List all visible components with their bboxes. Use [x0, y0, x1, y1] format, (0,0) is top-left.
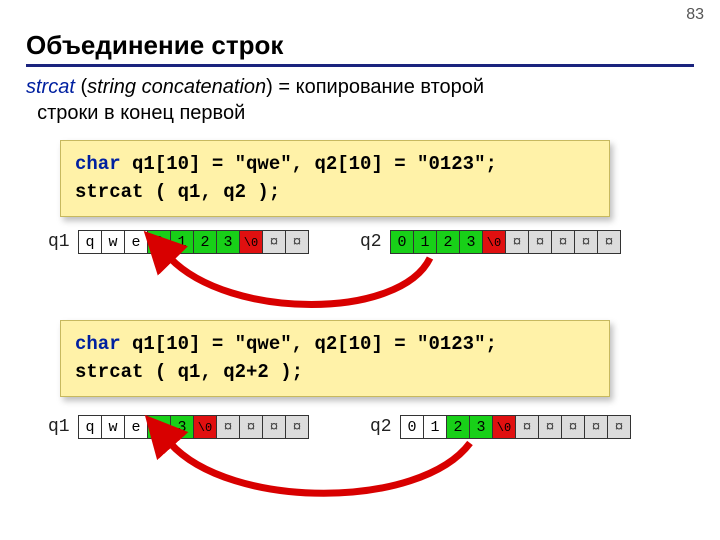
- code2-l2: strcat ( q1, q2+2 );: [75, 361, 303, 383]
- intro-keyword: strcat: [26, 76, 75, 98]
- intro-text: strcat (string concatenation) = копирова…: [26, 74, 694, 126]
- label-a-q1: q1: [48, 232, 70, 252]
- cell: ¤: [584, 415, 608, 439]
- code2-l1: q1[10] = "qwe", q2[10] = "0123";: [121, 333, 497, 355]
- cell: w: [101, 230, 125, 254]
- array-b-q1: qwe23\0¤¤¤¤: [78, 415, 309, 439]
- cell: ¤: [561, 415, 585, 439]
- code1-l2: strcat ( q1, q2 );: [75, 181, 280, 203]
- code-box-1: char q1[10] = "qwe", q2[10] = "0123"; st…: [60, 140, 610, 217]
- cell: ¤: [262, 230, 286, 254]
- array-a-q1: qwe0123\0¤¤: [78, 230, 309, 254]
- cell: w: [101, 415, 125, 439]
- label-a-q2: q2: [360, 232, 382, 252]
- cell: ¤: [551, 230, 575, 254]
- cell: 1: [413, 230, 437, 254]
- cell: q: [78, 415, 102, 439]
- cell: 2: [446, 415, 470, 439]
- cell: \0: [193, 415, 217, 439]
- page-number: 83: [686, 6, 704, 24]
- code1-kw: char: [75, 153, 121, 175]
- label-b-q2: q2: [370, 417, 392, 437]
- cell: e: [124, 415, 148, 439]
- cell: ¤: [239, 415, 263, 439]
- cell: ¤: [216, 415, 240, 439]
- cell: 0: [147, 230, 171, 254]
- cell: ¤: [285, 230, 309, 254]
- slide: 83 Объединение строк strcat (string conc…: [0, 0, 720, 540]
- cell: 0: [400, 415, 424, 439]
- intro-paren-close: ): [266, 76, 273, 98]
- intro-tail: = копирование второй: [273, 76, 484, 98]
- cell: ¤: [538, 415, 562, 439]
- cell: ¤: [528, 230, 552, 254]
- cell: 2: [193, 230, 217, 254]
- cell: q: [78, 230, 102, 254]
- cell: ¤: [262, 415, 286, 439]
- cell: e: [124, 230, 148, 254]
- array-a-q2: 0123\0¤¤¤¤¤: [390, 230, 621, 254]
- cell: 3: [469, 415, 493, 439]
- page-title: Объединение строк: [26, 30, 283, 61]
- cell: 3: [170, 415, 194, 439]
- cell: 3: [216, 230, 240, 254]
- cell: 2: [147, 415, 171, 439]
- code1-l1: q1[10] = "qwe", q2[10] = "0123";: [121, 153, 497, 175]
- cell: 1: [170, 230, 194, 254]
- code-box-2: char q1[10] = "qwe", q2[10] = "0123"; st…: [60, 320, 610, 397]
- cell: ¤: [574, 230, 598, 254]
- cell: 1: [423, 415, 447, 439]
- cell: ¤: [597, 230, 621, 254]
- cell: \0: [239, 230, 263, 254]
- intro-emphasis: string concatenation: [87, 76, 266, 98]
- cell: ¤: [505, 230, 529, 254]
- cell: 0: [390, 230, 414, 254]
- cell: ¤: [515, 415, 539, 439]
- title-rule: [26, 64, 694, 67]
- cell: ¤: [285, 415, 309, 439]
- array-b-q2: 0123\0¤¤¤¤¤: [400, 415, 631, 439]
- cell: ¤: [607, 415, 631, 439]
- cell: \0: [492, 415, 516, 439]
- cell: \0: [482, 230, 506, 254]
- label-b-q1: q1: [48, 417, 70, 437]
- cell: 2: [436, 230, 460, 254]
- intro-line2: строки в конец первой: [37, 102, 245, 124]
- cell: 3: [459, 230, 483, 254]
- code2-kw: char: [75, 333, 121, 355]
